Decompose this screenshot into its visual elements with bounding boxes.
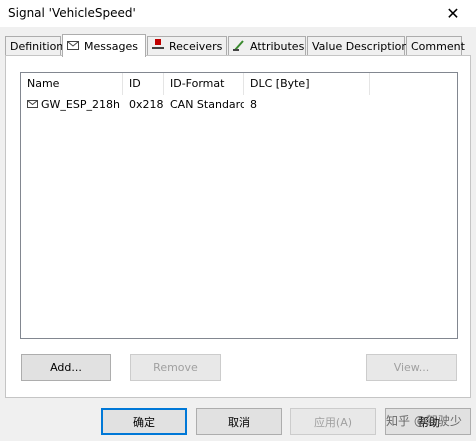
envelope-icon bbox=[27, 96, 38, 114]
tab-value-descriptions[interactable]: Value Descriptions bbox=[307, 36, 414, 55]
message-name: GW_ESP_218h bbox=[41, 98, 120, 111]
tab-label: Messages bbox=[84, 39, 138, 53]
remove-button[interactable]: Remove bbox=[130, 354, 221, 381]
tab-definition[interactable]: Definition bbox=[5, 36, 64, 55]
ok-button[interactable]: 确定 bbox=[101, 408, 187, 435]
cell-id-format: CAN Standard bbox=[170, 98, 244, 111]
tab-label: Value Descriptions bbox=[312, 39, 415, 53]
tab-strip: Definition Messages Receivers Attributes… bbox=[5, 34, 471, 57]
cell-name: GW_ESP_218h bbox=[21, 96, 123, 114]
tab-label: Comment bbox=[411, 39, 465, 53]
tab-label: Definition bbox=[10, 39, 64, 53]
cancel-button[interactable]: 取消 bbox=[196, 408, 282, 435]
list-header: Name ID ID-Format DLC [Byte] bbox=[21, 73, 457, 95]
cell-dlc: 8 bbox=[250, 98, 257, 111]
view-button[interactable]: View... bbox=[366, 354, 457, 381]
attribute-icon bbox=[233, 39, 245, 54]
cell-id: 0x218 bbox=[129, 98, 164, 111]
title-bar: Signal 'VehicleSpeed' ✕ bbox=[0, 0, 476, 27]
close-button[interactable]: ✕ bbox=[430, 0, 476, 27]
apply-button[interactable]: 应用(A) bbox=[290, 408, 376, 435]
tab-comment[interactable]: Comment bbox=[406, 36, 465, 55]
column-header-name[interactable]: Name bbox=[21, 73, 123, 95]
tab-label: Receivers bbox=[169, 39, 223, 53]
add-button[interactable]: Add... bbox=[21, 354, 111, 381]
table-row[interactable]: GW_ESP_218h 0x218 CAN Standard 8 bbox=[21, 96, 457, 114]
close-icon: ✕ bbox=[446, 4, 460, 23]
tab-attributes[interactable]: Attributes bbox=[228, 36, 306, 55]
watermark: 知乎 @驾驶少 bbox=[386, 414, 462, 428]
column-header-id-format[interactable]: ID-Format bbox=[164, 73, 244, 95]
messages-list[interactable]: Name ID ID-Format DLC [Byte] GW_ESP_218h… bbox=[20, 72, 458, 339]
tab-messages[interactable]: Messages bbox=[62, 34, 146, 57]
tab-receivers[interactable]: Receivers bbox=[147, 36, 227, 55]
receiver-icon bbox=[152, 39, 164, 53]
envelope-icon bbox=[67, 40, 79, 53]
column-header-id[interactable]: ID bbox=[123, 73, 164, 95]
window-title: Signal 'VehicleSpeed' bbox=[8, 6, 136, 20]
tab-label: Attributes bbox=[250, 39, 305, 53]
column-header-dlc[interactable]: DLC [Byte] bbox=[244, 73, 370, 95]
